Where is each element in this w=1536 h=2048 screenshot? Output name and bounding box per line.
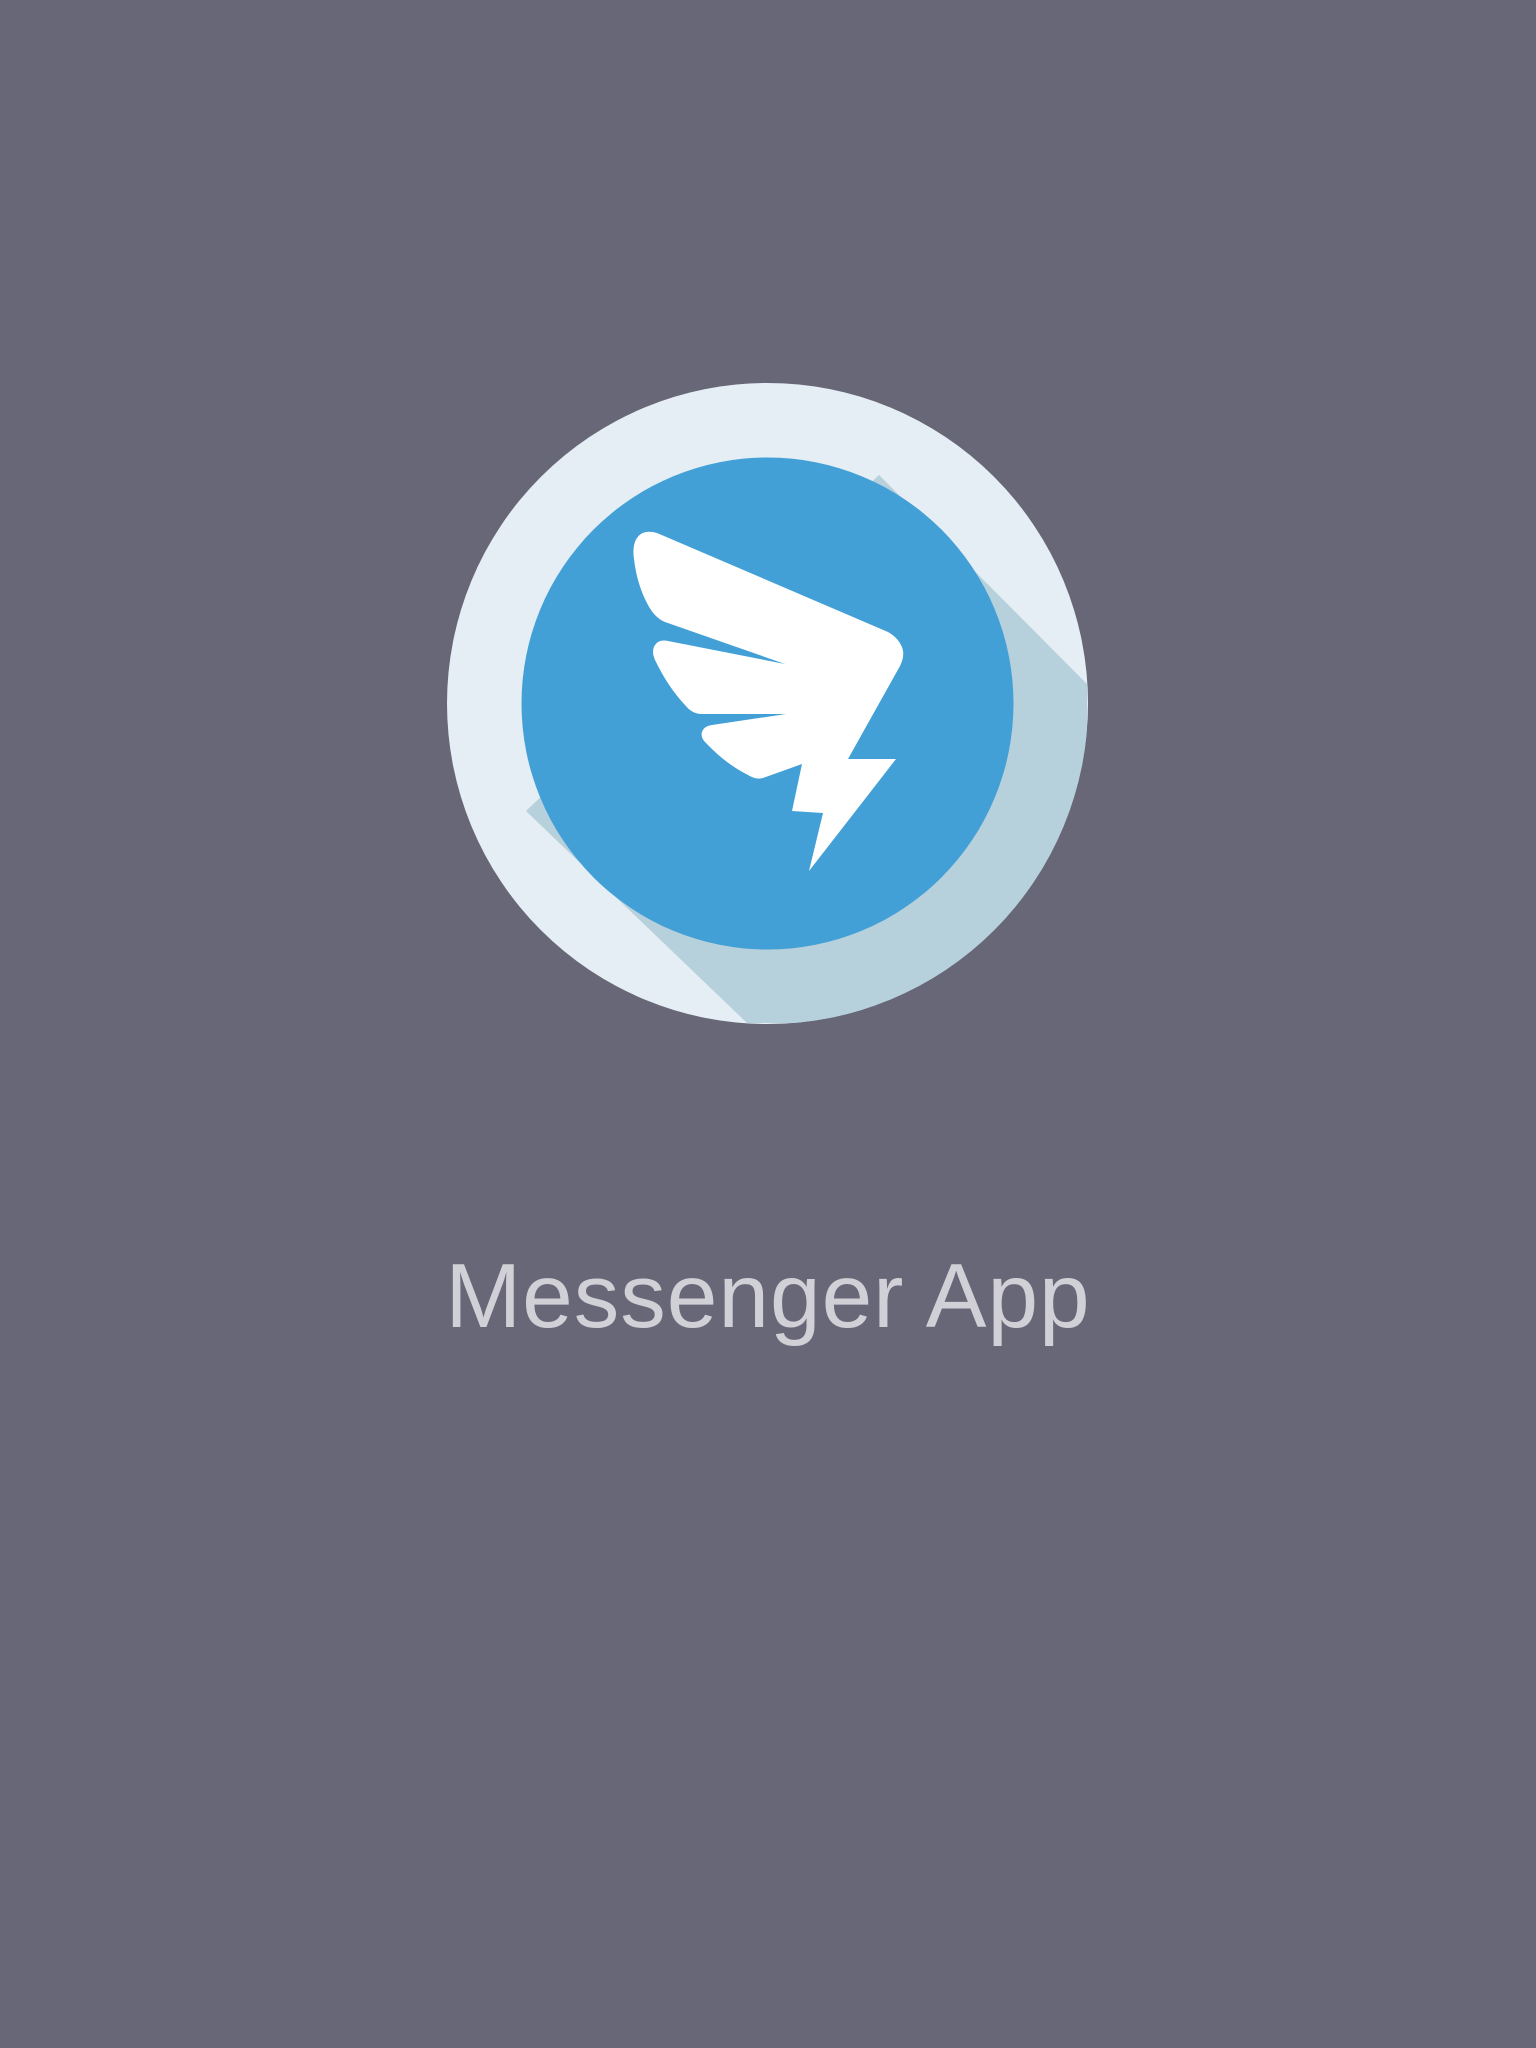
app-logo-icon: [447, 383, 1088, 1024]
app-name-label: Messenger App: [445, 1246, 1091, 1347]
splash-screen: Messenger App: [0, 0, 1536, 2048]
winged-lightning-logo-icon: [447, 383, 1088, 1024]
